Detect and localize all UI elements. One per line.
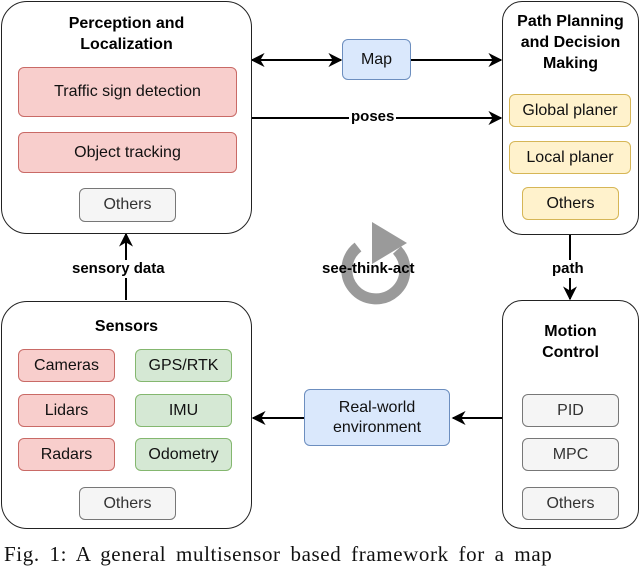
planning-title-line1: Path Planning	[517, 13, 624, 30]
radars-label: Radars	[40, 445, 93, 463]
imu-module[interactable]: IMU	[135, 394, 232, 427]
perception-localization-panel: Perception and Localization Traffic sign…	[1, 1, 252, 234]
pid-label: PID	[557, 401, 584, 419]
imu-label: IMU	[168, 401, 199, 419]
motion-others-module[interactable]: Others	[522, 487, 619, 520]
perception-title: Perception and Localization	[2, 13, 251, 55]
mpc-label: MPC	[552, 445, 589, 463]
mpc-module[interactable]: MPC	[522, 438, 619, 471]
motion-control-panel: Motion Control PID MPC Others	[502, 300, 639, 529]
real-world-environment-node[interactable]: Real-world environment	[304, 389, 450, 446]
odometry-label: Odometry	[148, 445, 219, 463]
sensors-others-module[interactable]: Others	[79, 487, 176, 520]
sensors-panel: Sensors Cameras GPS/RTK Lidars IMU Radar…	[1, 301, 252, 529]
odometry-module[interactable]: Odometry	[135, 438, 232, 471]
object-tracking-module[interactable]: Object tracking	[18, 132, 237, 173]
pid-module[interactable]: PID	[522, 394, 619, 427]
poses-label: poses	[349, 108, 397, 126]
sensors-title: Sensors	[94, 318, 159, 335]
global-planer-label: Global planer	[522, 101, 618, 119]
motion-others-label: Others	[546, 494, 595, 512]
perception-title-line1: Perception and	[68, 15, 185, 32]
traffic-sign-detection-label: Traffic sign detection	[54, 83, 201, 100]
map-node[interactable]: Map	[342, 39, 411, 80]
environment-label-line1: Real-world	[338, 398, 416, 416]
lidars-label: Lidars	[44, 401, 89, 419]
path-planning-panel: Path Planning and Decision Making Global…	[502, 1, 639, 235]
gps-rtk-module[interactable]: GPS/RTK	[135, 349, 232, 382]
local-planer-label: Local planer	[526, 148, 614, 166]
planning-others-label: Others	[546, 194, 595, 212]
perception-others-module[interactable]: Others	[79, 188, 176, 222]
motion-title: Motion Control	[503, 321, 638, 363]
cameras-module[interactable]: Cameras	[18, 349, 115, 382]
cameras-label: Cameras	[34, 356, 99, 374]
map-label: Map	[360, 50, 393, 68]
motion-title-line2: Control	[542, 344, 599, 361]
global-planer-module[interactable]: Global planer	[509, 94, 631, 127]
object-tracking-label: Object tracking	[74, 143, 181, 161]
traffic-sign-detection-module[interactable]: Traffic sign detection	[18, 67, 237, 117]
planning-title-line2: and Decision	[520, 34, 621, 51]
lidars-module[interactable]: Lidars	[18, 394, 115, 427]
motion-title-line1: Motion	[544, 323, 597, 340]
planning-title: Path Planning and Decision Making	[503, 11, 638, 74]
perception-title-line2: Localization	[80, 36, 173, 53]
environment-label-line2: environment	[332, 418, 422, 436]
gps-rtk-label: GPS/RTK	[148, 356, 219, 374]
perception-others-label: Others	[103, 196, 152, 213]
planning-others-module[interactable]: Others	[522, 187, 619, 220]
path-label: path	[550, 260, 586, 278]
planning-title-line3: Making	[542, 55, 599, 72]
radars-module[interactable]: Radars	[18, 438, 115, 471]
sensors-others-label: Others	[103, 494, 152, 512]
local-planer-module[interactable]: Local planer	[509, 141, 631, 174]
see-think-act-label: see-think-act	[322, 260, 415, 277]
figure-caption: Fig. 1: A general multisensor based fram…	[4, 542, 553, 566]
sensory-data-label: sensory data	[70, 260, 167, 278]
